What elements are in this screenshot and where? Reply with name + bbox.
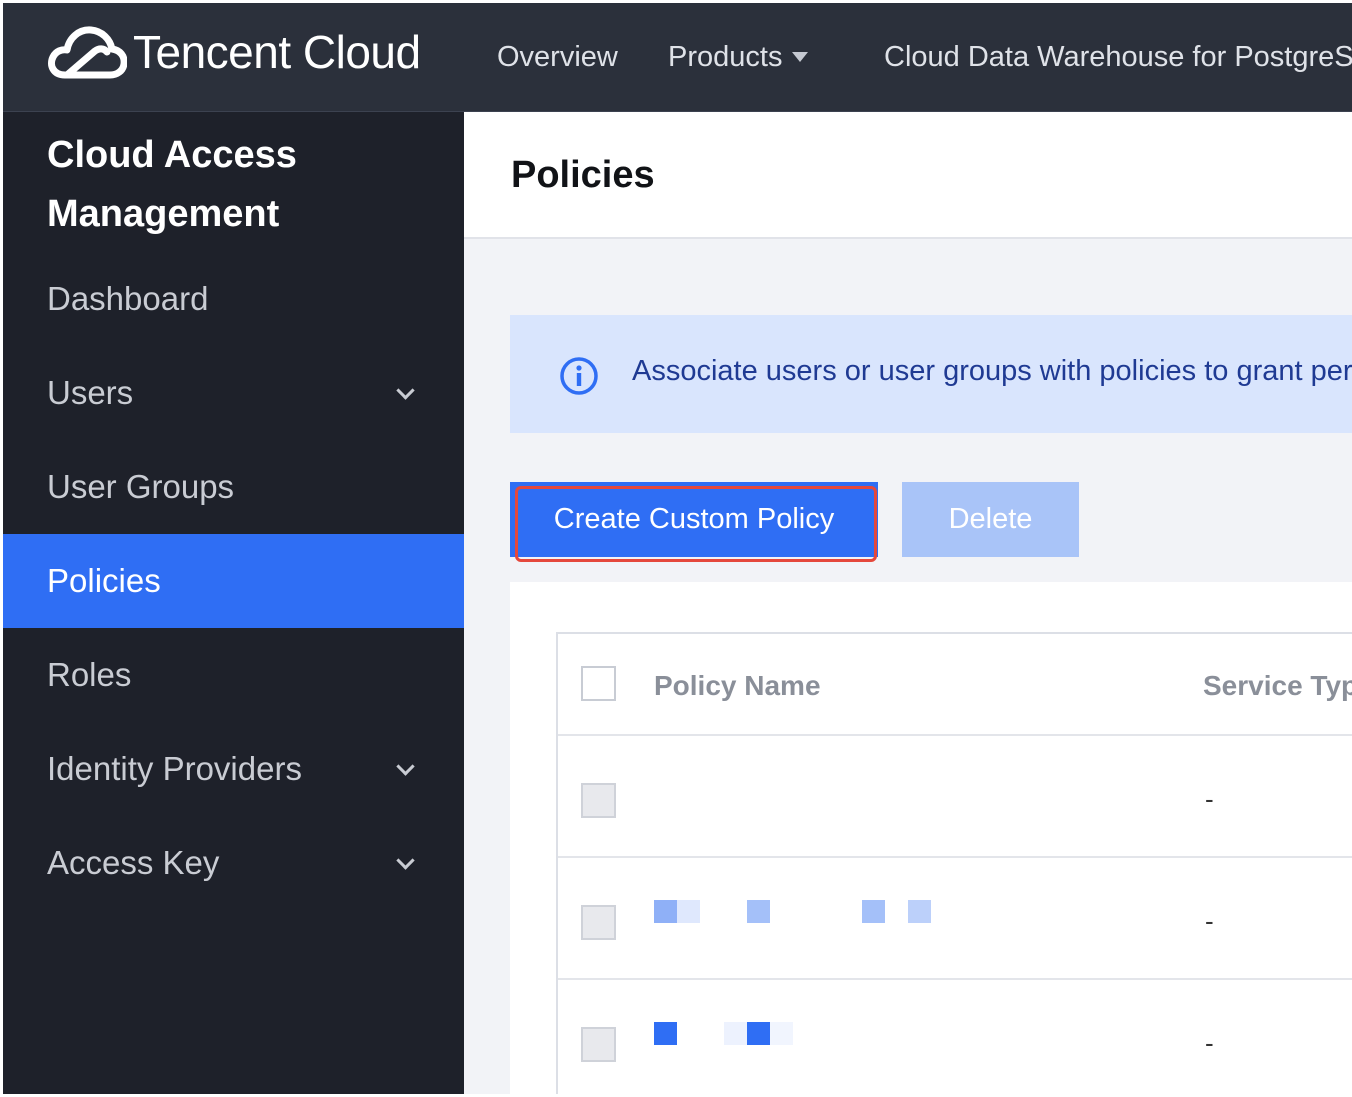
sidebar-item-roles[interactable]: Roles xyxy=(3,628,464,722)
redaction-block xyxy=(770,1022,793,1045)
policy-table-panel: Policy Name Service Typ - - - xyxy=(510,582,1352,1094)
redaction-block xyxy=(908,900,931,923)
sidebar-item-identity-providers[interactable]: Identity Providers xyxy=(3,722,464,816)
row-checkbox xyxy=(581,1027,616,1062)
redaction-block xyxy=(654,1022,677,1045)
service-type-cell: - xyxy=(1205,906,1214,936)
service-type-cell: - xyxy=(1205,784,1214,814)
redaction-block xyxy=(677,900,700,923)
brand-name: Tencent Cloud xyxy=(133,26,421,78)
sidebar-item-label: Access Key xyxy=(47,844,220,881)
row-checkbox xyxy=(581,905,616,940)
column-header-policy-name[interactable]: Policy Name xyxy=(654,670,821,702)
redaction-block xyxy=(747,1022,770,1045)
sidebar: Cloud Access Management Dashboard Users … xyxy=(3,112,464,1094)
sidebar-item-label: Identity Providers xyxy=(47,750,302,787)
chevron-down-icon xyxy=(396,851,415,870)
sidebar-title: Cloud Access Management xyxy=(47,126,447,244)
table-row[interactable]: - xyxy=(558,736,1352,858)
sidebar-item-label: User Groups xyxy=(47,468,235,505)
create-custom-policy-button[interactable]: Create Custom Policy xyxy=(510,482,878,557)
sidebar-item-users[interactable]: Users xyxy=(3,346,464,440)
column-header-service-type[interactable]: Service Typ xyxy=(1203,670,1352,702)
table-row[interactable]: - xyxy=(558,858,1352,980)
brand-logo[interactable]: Tencent Cloud xyxy=(47,21,421,83)
redaction-block xyxy=(862,900,885,923)
redaction-block xyxy=(747,900,770,923)
caret-down-icon xyxy=(792,52,809,62)
table-row[interactable]: - xyxy=(558,980,1352,1094)
delete-button: Delete xyxy=(902,482,1079,557)
sidebar-item-dashboard[interactable]: Dashboard xyxy=(3,252,464,346)
service-type-cell: - xyxy=(1205,1028,1214,1058)
chevron-down-icon xyxy=(396,757,415,776)
page-header: Policies xyxy=(464,112,1352,239)
sidebar-item-label: Dashboard xyxy=(47,280,209,317)
tencent-cloud-logo-icon xyxy=(48,26,127,79)
sidebar-title-line2: Management xyxy=(47,193,280,235)
nav-overview[interactable]: Overview xyxy=(497,3,618,111)
row-checkbox xyxy=(581,783,616,818)
redaction-block xyxy=(724,1022,747,1045)
chevron-down-icon xyxy=(396,381,415,400)
policy-table: Policy Name Service Typ - - - xyxy=(556,632,1352,1094)
top-navigation-bar: Tencent Cloud Overview Products Cloud Da… xyxy=(3,3,1352,112)
sidebar-item-access-key[interactable]: Access Key xyxy=(3,816,464,910)
sidebar-item-label: Users xyxy=(47,374,134,411)
info-icon xyxy=(560,357,598,395)
table-header-row: Policy Name Service Typ xyxy=(558,634,1352,736)
sidebar-title-line1: Cloud Access xyxy=(47,134,297,176)
redaction-block xyxy=(654,900,677,923)
sidebar-item-policies[interactable]: Policies xyxy=(3,534,464,628)
notice-text: Associate users or user groups with poli… xyxy=(632,355,1352,387)
nav-products[interactable]: Products xyxy=(668,3,809,111)
sidebar-item-label: Roles xyxy=(47,656,132,693)
sidebar-item-user-groups[interactable]: User Groups xyxy=(3,440,464,534)
info-notice: Associate users or user groups with poli… xyxy=(510,315,1352,433)
page-title: Policies xyxy=(511,154,655,196)
select-all-checkbox[interactable] xyxy=(581,666,616,701)
nav-current-service[interactable]: Cloud Data Warehouse for PostgreSQ xyxy=(884,3,1352,111)
sidebar-item-label: Policies xyxy=(47,562,161,599)
main-content: Policies Associate users or user groups … xyxy=(464,112,1352,1094)
nav-products-label: Products xyxy=(668,40,783,73)
app-window: Tencent Cloud Overview Products Cloud Da… xyxy=(3,3,1352,1094)
